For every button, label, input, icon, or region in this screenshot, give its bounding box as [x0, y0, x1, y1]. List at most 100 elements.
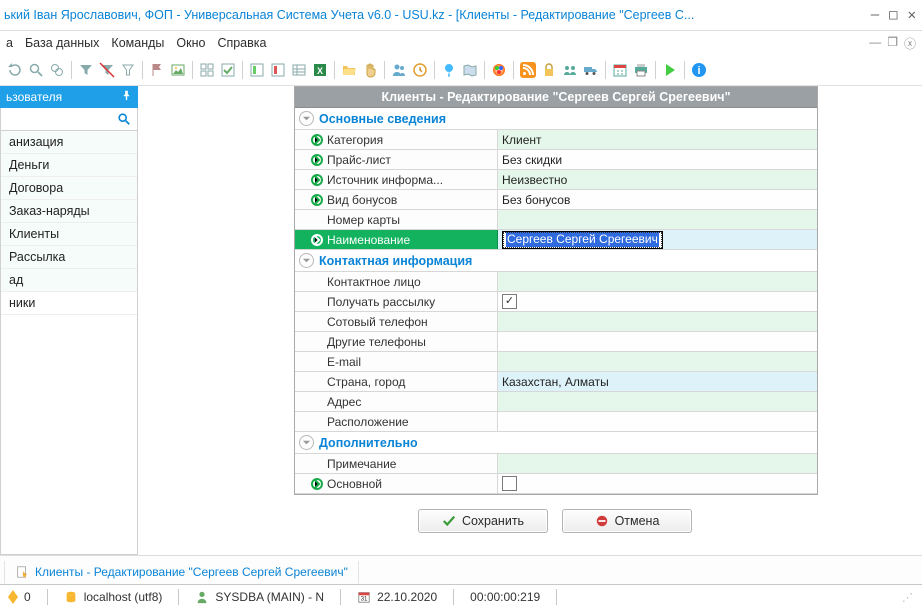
field-row-pricelist: Прайс-лист Без скидки	[295, 150, 817, 170]
mdi-tab-label: Клиенты - Редактирование "Сергеев Сергей…	[35, 565, 348, 579]
field-value-contact-person[interactable]	[498, 272, 817, 291]
field-value-name[interactable]: Сергеев Сергей Срегеевич	[498, 230, 817, 249]
toolbar-image-icon[interactable]	[169, 61, 187, 79]
section-label: Дополнительно	[319, 436, 418, 450]
cancel-button[interactable]: Отмена	[562, 509, 692, 533]
section-header-extra[interactable]: Дополнительно	[295, 432, 817, 454]
field-label: Страна, город	[327, 375, 405, 389]
database-icon	[64, 590, 78, 604]
collapse-icon[interactable]	[299, 435, 314, 450]
menu-item-help[interactable]: Справка	[217, 36, 266, 50]
nav-item-clients[interactable]: Клиенты	[1, 223, 137, 246]
status-date: 31 22.10.2020	[357, 590, 437, 604]
save-button[interactable]: Сохранить	[418, 509, 548, 533]
toolbar-calendar-icon[interactable]	[611, 61, 629, 79]
nav-item-organization[interactable]: анизация	[1, 131, 137, 154]
field-value-note[interactable]	[498, 454, 817, 473]
collapse-icon[interactable]	[299, 253, 314, 268]
nav-item-money[interactable]: Деньги	[1, 154, 137, 177]
field-value-category[interactable]: Клиент	[498, 130, 817, 149]
toolbar-users-icon[interactable]	[390, 61, 408, 79]
field-value-phones[interactable]	[498, 332, 817, 351]
toolbar-search-icon[interactable]	[27, 61, 45, 79]
status-timer-value: 00:00:00:219	[470, 590, 540, 604]
field-value-card[interactable]	[498, 210, 817, 229]
field-value-country[interactable]: Казахстан, Алматы	[498, 372, 817, 391]
nav-item-contracts[interactable]: Договора	[1, 177, 137, 200]
toolbar-props-green-icon[interactable]	[248, 61, 266, 79]
field-value-pricelist[interactable]: Без скидки	[498, 150, 817, 169]
toolbar-grid-icon[interactable]	[198, 61, 216, 79]
field-value-source[interactable]: Неизвестно	[498, 170, 817, 189]
toolbar-play-icon[interactable]	[661, 61, 679, 79]
toolbar-flag-icon[interactable]	[148, 61, 166, 79]
status-host-value: localhost (utf8)	[84, 590, 163, 604]
nav-item-reference[interactable]: ники	[1, 292, 137, 315]
toolbar-map-icon[interactable]	[461, 61, 479, 79]
field-row-email: E-mail	[295, 352, 817, 372]
field-row-note: Примечание	[295, 454, 817, 474]
menu-item-window[interactable]: Окно	[176, 36, 205, 50]
toolbar-xls-icon[interactable]: X	[311, 61, 329, 79]
toolbar-checkbox-icon[interactable]	[219, 61, 237, 79]
toolbar-color-icon[interactable]	[490, 61, 508, 79]
toolbar-folder-open-icon[interactable]	[340, 61, 358, 79]
field-value-primary[interactable]	[498, 474, 817, 493]
toolbar-pin-icon[interactable]	[440, 61, 458, 79]
field-value-address[interactable]	[498, 392, 817, 411]
field-row-card: Номер карты	[295, 210, 817, 230]
mdi-minimize-icon[interactable]: —	[869, 35, 881, 52]
field-row-mobile: Сотовый телефон	[295, 312, 817, 332]
field-value-mailing[interactable]: ✓	[498, 292, 817, 311]
toolbar-clock-icon[interactable]	[411, 61, 429, 79]
field-value-mobile[interactable]	[498, 312, 817, 331]
menu-item-database[interactable]: База данных	[25, 36, 99, 50]
menu-item-commands[interactable]: Команды	[111, 36, 164, 50]
toolbar-hand-icon[interactable]	[361, 61, 379, 79]
sidebar-header-label: ьзователя	[6, 90, 62, 104]
section-header-main[interactable]: Основные сведения	[295, 108, 817, 130]
field-value-email[interactable]	[498, 352, 817, 371]
toolbar-group-icon[interactable]	[561, 61, 579, 79]
primary-checkbox[interactable]	[502, 476, 517, 491]
field-label: Расположение	[327, 415, 409, 429]
field-row-mailing: Получать рассылку ✓	[295, 292, 817, 312]
nav-item-warehouse[interactable]: ад	[1, 269, 137, 292]
section-label: Основные сведения	[319, 112, 446, 126]
cancel-icon	[595, 514, 609, 528]
toolbar-info-icon[interactable]: i	[690, 61, 708, 79]
field-label: Другие телефоны	[327, 335, 426, 349]
name-input[interactable]: Сергеев Сергей Срегеевич	[502, 231, 663, 249]
toolbar-props-red-icon[interactable]	[269, 61, 287, 79]
field-value-location[interactable]	[498, 412, 817, 431]
toolbar-zoom-icon[interactable]	[48, 61, 66, 79]
nav-item-orders[interactable]: Заказ-наряды	[1, 200, 137, 223]
check-icon	[442, 514, 456, 528]
toolbar-filter-icon[interactable]	[77, 61, 95, 79]
toolbar-funnel-icon[interactable]	[119, 61, 137, 79]
sidebar-search[interactable]	[0, 108, 138, 131]
section-header-contact[interactable]: Контактная информация	[295, 250, 817, 272]
toolbar-print-icon[interactable]	[632, 61, 650, 79]
resize-grip-icon[interactable]: ⋰	[902, 591, 914, 604]
maximize-button[interactable]: □	[889, 7, 897, 23]
toolbar-rss-icon[interactable]	[519, 61, 537, 79]
mdi-close-icon[interactable]: ⓧ	[904, 35, 916, 52]
menu-item-1[interactable]: а	[6, 36, 13, 50]
required-icon	[311, 174, 323, 186]
toolbar-truck-icon[interactable]	[582, 61, 600, 79]
collapse-icon[interactable]	[299, 111, 314, 126]
mailing-checkbox[interactable]: ✓	[502, 294, 517, 309]
mdi-tab-clients-edit[interactable]: Клиенты - Редактирование "Сергеев Сергей…	[4, 561, 359, 584]
toolbar-table-icon[interactable]	[290, 61, 308, 79]
field-value-bonus[interactable]: Без бонусов	[498, 190, 817, 209]
toolbar-refresh-icon[interactable]	[6, 61, 24, 79]
nav-item-mailing[interactable]: Рассылка	[1, 246, 137, 269]
toolbar-filter-clear-icon[interactable]	[98, 61, 116, 79]
mdi-restore-icon[interactable]: ❐	[887, 35, 898, 52]
status-indicator: 0	[8, 590, 31, 604]
close-button[interactable]: ✕	[908, 7, 916, 23]
minimize-button[interactable]: —	[871, 7, 879, 23]
sidebar-pin-icon[interactable]	[121, 90, 132, 104]
toolbar-lock-icon[interactable]	[540, 61, 558, 79]
